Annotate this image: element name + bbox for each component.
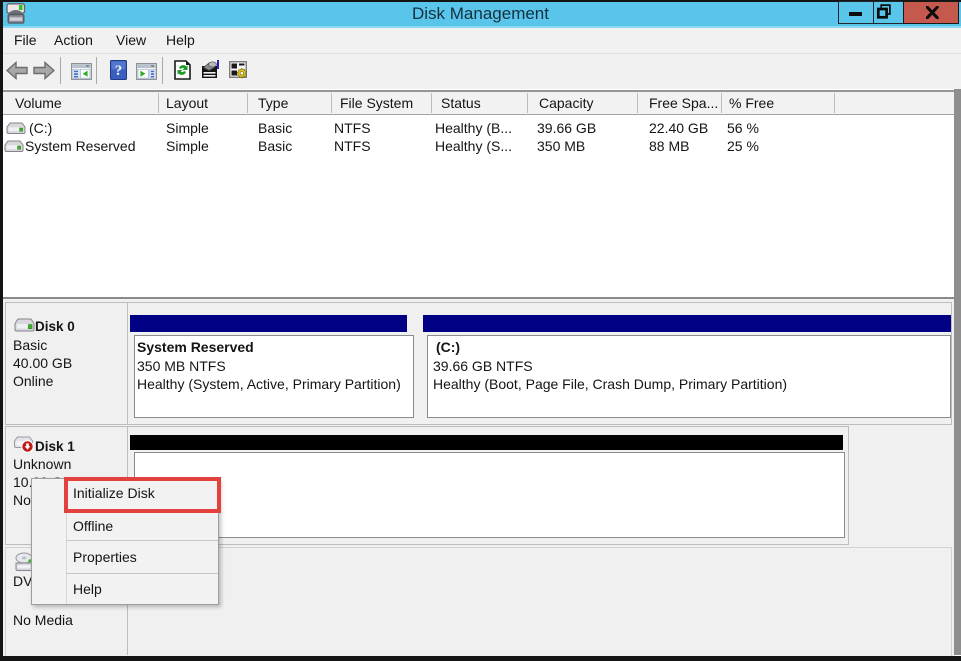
svg-text:?: ?: [115, 63, 123, 79]
